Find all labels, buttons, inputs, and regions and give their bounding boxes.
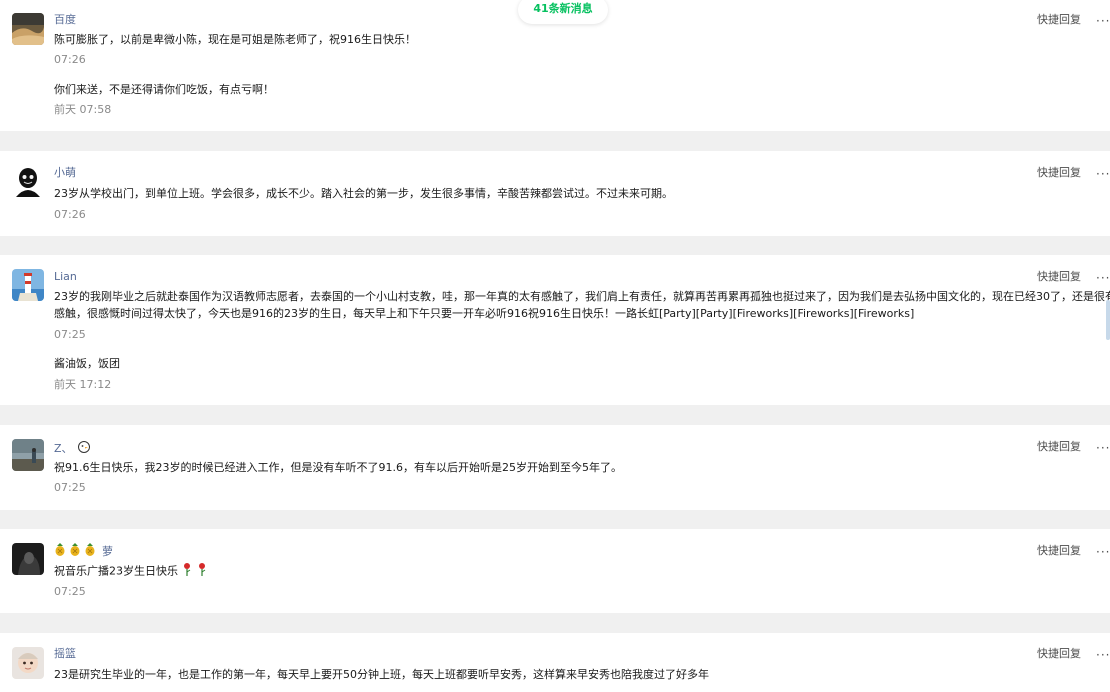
dark-figure-avatar[interactable]	[12, 165, 44, 197]
pineapple-emoji-icons	[54, 543, 98, 561]
comment-card: Lian 23岁的我刚毕业之后就赴泰国作为汉语教师志愿者，去泰国的一个小山村支教…	[0, 255, 1110, 405]
nickname[interactable]: 小萌	[54, 166, 76, 180]
reply-text: 你们来送，不是还得请你们吃饭，有点亏啊！	[54, 83, 274, 96]
more-options-icon[interactable]: ···	[1096, 649, 1110, 661]
street-photo-avatar[interactable]	[12, 439, 44, 471]
reply-text: 酱油饭，饭团	[54, 357, 120, 370]
nickname[interactable]: Z、	[54, 440, 91, 458]
more-options-icon[interactable]: ···	[1096, 168, 1110, 180]
comment-text: 23岁的我刚毕业之后就赴泰国作为汉语教师志愿者，去泰国的一个小山村支教，哇，那一…	[54, 290, 1110, 320]
comment-card: Z、 祝91.6生日快乐，我23岁的时候已经进入工作，但是没有车听不了91.6，…	[0, 425, 1110, 510]
comment-time: 07:26	[54, 208, 86, 221]
comment-text: 祝音乐广播23岁生日快乐	[54, 562, 210, 581]
quick-reply-button[interactable]: 快捷回复	[1037, 440, 1081, 454]
nickname-text: 萝	[102, 545, 113, 558]
comment-card: 萝 祝音乐广播23岁生日快乐 07:25 快捷回复 ···	[0, 529, 1110, 613]
desert-landscape-avatar[interactable]	[12, 13, 44, 45]
comment-card: 小萌 23岁从学校出门，到单位上班。学会很多，成长不少。踏入社会的第一步，发生很…	[0, 151, 1110, 236]
lighthouse-avatar[interactable]	[12, 269, 44, 301]
quick-reply-button[interactable]: 快捷回复	[1037, 647, 1081, 661]
comment-text: 陈可膨胀了，以前是卑微小陈，现在是可姐是陈老师了，祝916生日快乐！	[54, 33, 416, 46]
comment-card: 摇篮 23是研究生毕业的一年，也是工作的第一年，每天早上要开50分钟上班，每天上…	[0, 633, 1110, 692]
more-options-icon[interactable]: ···	[1096, 15, 1110, 27]
quick-reply-button[interactable]: 快捷回复	[1037, 544, 1081, 558]
comment-text: 祝91.6生日快乐，我23岁的时候已经进入工作，但是没有车听不了91.6，有车以…	[54, 461, 622, 474]
comment-time: 07:25	[54, 585, 86, 598]
quick-reply-button[interactable]: 快捷回复	[1037, 166, 1081, 180]
quick-reply-button[interactable]: 快捷回复	[1037, 13, 1081, 27]
nickname[interactable]: 百度	[54, 13, 76, 27]
rose-emoji-icons	[182, 562, 210, 581]
baby-photo-avatar[interactable]	[12, 647, 44, 679]
nickname[interactable]: 摇篮	[54, 647, 76, 661]
new-messages-badge[interactable]: 41条新消息	[518, 0, 608, 24]
nickname[interactable]: Lian	[54, 270, 77, 284]
scrollbar-thumb[interactable]	[1106, 300, 1110, 340]
dark-portrait-avatar[interactable]	[12, 543, 44, 575]
comment-time: 07:26	[54, 53, 86, 66]
reply-time: 前天 07:58	[54, 103, 112, 116]
more-options-icon[interactable]: ···	[1096, 546, 1110, 558]
comment-time: 07:25	[54, 328, 86, 341]
reply-time: 前天 17:12	[54, 378, 112, 391]
comment-text-content: 祝音乐广播23岁生日快乐	[54, 564, 178, 578]
nickname-text: Z、	[54, 442, 73, 455]
more-options-icon[interactable]: ···	[1096, 272, 1110, 284]
nickname[interactable]: 萝	[54, 543, 113, 561]
more-options-icon[interactable]: ···	[1096, 442, 1110, 454]
comment-text: 23岁从学校出门，到单位上班。学会很多，成长不少。踏入社会的第一步，发生很多事情…	[54, 187, 673, 200]
comment-time: 07:25	[54, 481, 86, 494]
comment-text: 23是研究生毕业的一年，也是工作的第一年，每天早上要开50分钟上班，每天上班都要…	[54, 668, 709, 681]
quick-reply-button[interactable]: 快捷回复	[1037, 270, 1081, 284]
chick-emoji-icon	[77, 440, 91, 458]
